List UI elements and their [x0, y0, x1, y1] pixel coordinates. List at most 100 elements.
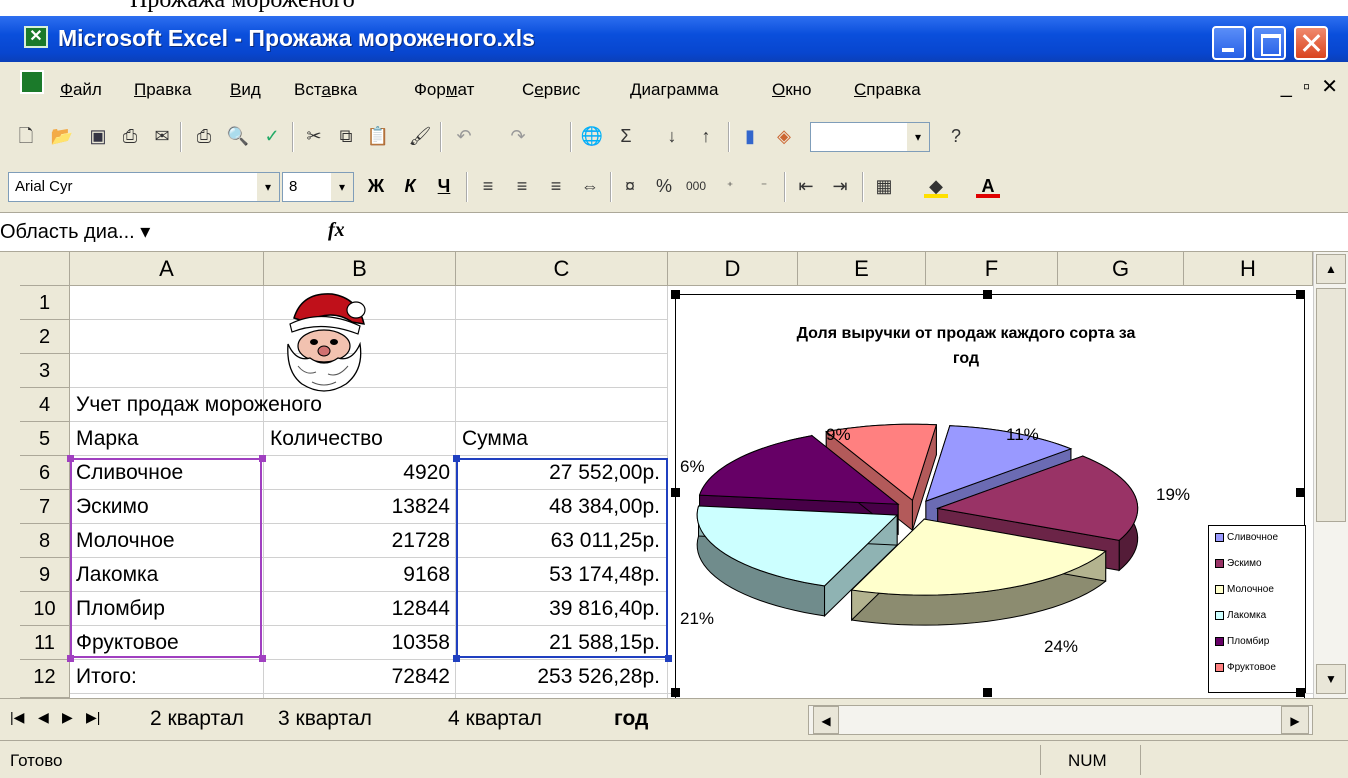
row-header-5[interactable]: 5: [20, 422, 70, 456]
row-header-1[interactable]: 1: [20, 286, 70, 320]
row-header-11[interactable]: 11: [20, 626, 70, 660]
total-cell-b12[interactable]: 72842: [264, 660, 450, 694]
range-handle[interactable]: [665, 655, 672, 662]
chart-resize-handle[interactable]: [983, 290, 992, 299]
title-bar[interactable]: ✕ Microsoft Excel - Прожажа мороженого.x…: [0, 16, 1348, 62]
formula-input[interactable]: [360, 219, 1340, 247]
table-cell-b6[interactable]: 4920: [264, 456, 450, 490]
range-handle[interactable]: [259, 655, 266, 662]
fill-color-icon[interactable]: ◆: [924, 174, 948, 198]
chart-resize-handle[interactable]: [1296, 488, 1305, 497]
font-size-combo[interactable]: 8 ▾: [282, 172, 354, 202]
print-icon[interactable]: ⎙: [192, 124, 216, 148]
align-right-icon[interactable]: ≡: [544, 174, 568, 198]
header-cell-b5[interactable]: Количество: [270, 422, 383, 456]
sheet-tab-q3[interactable]: 3 квартал: [278, 707, 372, 731]
select-all-corner[interactable]: [20, 252, 70, 286]
total-cell-c12[interactable]: 253 526,28р.: [456, 660, 660, 694]
open-icon[interactable]: 📂: [50, 124, 74, 148]
minimize-button[interactable]: [1212, 26, 1246, 60]
row-header-4[interactable]: 4: [20, 388, 70, 422]
chevron-down-icon[interactable]: ▾: [907, 123, 929, 151]
column-header-c[interactable]: C: [456, 252, 668, 286]
header-cell-c5[interactable]: Сумма: [462, 422, 528, 456]
range-handle[interactable]: [67, 655, 74, 662]
scroll-up-button[interactable]: ▲: [1316, 254, 1346, 284]
mdi-window-controls[interactable]: _ ▫ ✕: [1281, 74, 1338, 99]
sort-descending-icon[interactable]: ↑: [694, 124, 718, 148]
undo-icon[interactable]: ↶: [452, 124, 476, 148]
copy-icon[interactable]: ⧉: [334, 124, 358, 148]
fx-icon[interactable]: fx: [328, 219, 345, 242]
column-header-a[interactable]: A: [70, 252, 264, 286]
autosum-icon[interactable]: Σ: [614, 124, 638, 148]
bold-button[interactable]: Ж: [364, 174, 388, 198]
spelling-icon[interactable]: ✓: [260, 124, 284, 148]
hyperlink-icon[interactable]: 🌐: [580, 124, 604, 148]
chart-resize-handle[interactable]: [1296, 290, 1305, 299]
table-cell-b10[interactable]: 12844: [264, 592, 450, 626]
next-sheet-button[interactable]: ▶: [62, 709, 73, 726]
cut-icon[interactable]: ✂: [302, 124, 326, 148]
format-painter-icon[interactable]: 🖌: [408, 124, 432, 148]
first-sheet-button[interactable]: |◀: [10, 709, 24, 726]
percent-button[interactable]: %: [652, 174, 676, 198]
chevron-down-icon[interactable]: ▾: [257, 173, 279, 201]
row-header-9[interactable]: 9: [20, 558, 70, 592]
prev-sheet-button[interactable]: ◀: [38, 709, 49, 726]
menu-format[interactable]: Формат: [414, 80, 474, 100]
paste-icon[interactable]: 📋: [366, 124, 390, 148]
sheet-tab-year[interactable]: год: [614, 707, 648, 731]
column-header-f[interactable]: F: [926, 252, 1058, 286]
row-header-10[interactable]: 10: [20, 592, 70, 626]
row-header-6[interactable]: 6: [20, 456, 70, 490]
title-cell-a4[interactable]: Учет продаж мороженого: [76, 388, 322, 422]
last-sheet-button[interactable]: ▶|: [86, 709, 100, 726]
new-icon[interactable]: 🗋: [14, 124, 38, 148]
font-name-combo[interactable]: Arial Cyr ▾: [8, 172, 280, 202]
menu-edit[interactable]: Правка: [134, 80, 191, 100]
menu-tools[interactable]: Сервис: [522, 80, 580, 100]
name-box[interactable]: Область диа... ▾: [0, 219, 260, 247]
maximize-button[interactable]: [1252, 26, 1286, 60]
increase-decimal-icon[interactable]: ⁺: [718, 174, 742, 198]
row-header-12[interactable]: 12: [20, 660, 70, 698]
pie-chart-object[interactable]: Доля выручки от продаж каждого сорта за …: [675, 294, 1306, 698]
print-preview-icon[interactable]: 🔍: [226, 124, 250, 148]
chart-resize-handle[interactable]: [983, 688, 992, 697]
align-center-icon[interactable]: ≡: [510, 174, 534, 198]
menu-view[interactable]: Вид: [230, 80, 261, 100]
sort-ascending-icon[interactable]: ↓: [660, 124, 684, 148]
drawing-icon[interactable]: ◈: [772, 124, 796, 148]
menu-window[interactable]: Окно: [772, 80, 812, 100]
menu-insert[interactable]: Вставка: [294, 80, 357, 100]
pie-plot-area[interactable]: [676, 295, 1196, 698]
table-cell-b7[interactable]: 13824: [264, 490, 450, 524]
worksheet-grid[interactable]: A B C D E F G H 1 2 3 4 5 6 7 8 9 10 11 …: [20, 252, 1313, 698]
chart-resize-handle[interactable]: [671, 688, 680, 697]
merge-center-icon[interactable]: ⇔: [578, 174, 602, 198]
row-header-8[interactable]: 8: [20, 524, 70, 558]
column-header-b[interactable]: B: [264, 252, 456, 286]
thousands-button[interactable]: 000: [684, 174, 708, 198]
column-header-g[interactable]: G: [1058, 252, 1184, 286]
total-cell-a12[interactable]: Итого:: [76, 660, 137, 694]
permission-icon[interactable]: ⎙: [118, 124, 142, 148]
help-icon[interactable]: ?: [944, 124, 968, 148]
save-icon[interactable]: ▣: [86, 124, 110, 148]
horizontal-scrollbar[interactable]: ◀ ▶: [808, 705, 1313, 735]
align-left-icon[interactable]: ≡: [476, 174, 500, 198]
range-handle[interactable]: [67, 455, 74, 462]
vertical-scrollbar[interactable]: ▲ ▼: [1313, 252, 1348, 698]
email-icon[interactable]: ✉: [150, 124, 174, 148]
sheet-tab-q2[interactable]: 2 квартал: [150, 707, 244, 731]
table-cell-b11[interactable]: 10358: [264, 626, 450, 660]
borders-icon[interactable]: ▦: [872, 174, 896, 198]
chart-resize-handle[interactable]: [671, 290, 680, 299]
table-cell-b9[interactable]: 9168: [264, 558, 450, 592]
excel-app-icon[interactable]: ✕: [24, 26, 48, 48]
italic-button[interactable]: К: [398, 174, 422, 198]
decrease-decimal-icon[interactable]: ⁻: [752, 174, 776, 198]
currency-icon[interactable]: ¤: [618, 174, 642, 198]
column-header-e[interactable]: E: [798, 252, 926, 286]
